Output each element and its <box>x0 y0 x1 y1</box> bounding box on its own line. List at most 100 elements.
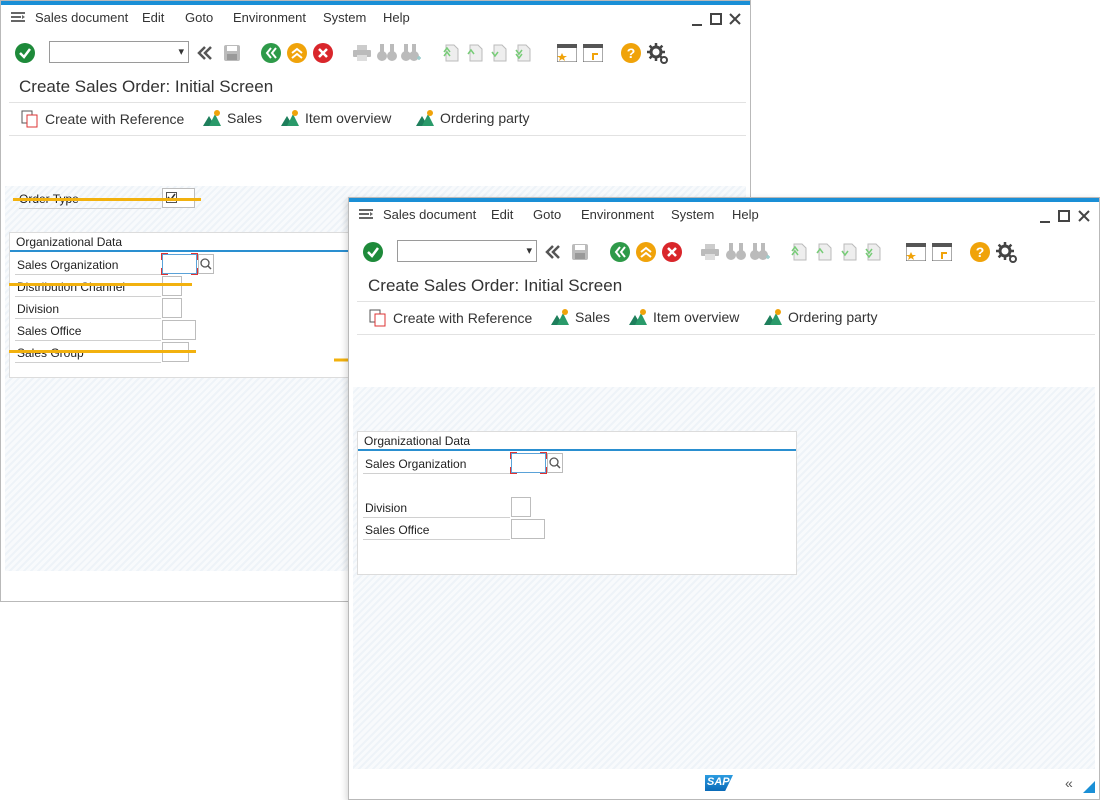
division-row: Division <box>363 497 585 521</box>
close-icon[interactable] <box>729 13 741 25</box>
save-back-chevrons-icon[interactable] <box>197 45 213 61</box>
find-icon[interactable] <box>726 243 746 261</box>
sales-office-row: Sales Office <box>363 519 585 543</box>
distribution-channel-input[interactable] <box>162 276 182 296</box>
menu-goto[interactable]: Goto <box>185 10 213 25</box>
search-help-icon[interactable] <box>547 453 563 473</box>
help-icon[interactable]: ? <box>970 242 990 262</box>
exit-icon[interactable] <box>287 43 307 63</box>
collapse-status-icon[interactable]: « <box>1065 775 1073 791</box>
title-separator <box>357 301 1095 302</box>
division-input[interactable] <box>162 298 182 318</box>
menu-sales-document[interactable]: Sales document <box>383 207 476 222</box>
back-icon[interactable] <box>261 43 281 63</box>
resize-grip-icon[interactable] <box>1083 781 1095 793</box>
sales-org-label: Sales Organization <box>17 258 119 272</box>
generate-shortcut-icon[interactable] <box>583 44 603 62</box>
command-field[interactable]: ▾ <box>49 41 189 63</box>
close-icon[interactable] <box>1078 210 1090 222</box>
chevron-down-icon[interactable]: ▾ <box>178 45 184 58</box>
print-icon[interactable] <box>701 244 719 260</box>
menu-sales-document[interactable]: Sales document <box>35 10 128 25</box>
menu-environment[interactable]: Environment <box>581 207 654 222</box>
sales-org-underline <box>363 473 510 474</box>
sales-org-input[interactable] <box>510 452 547 474</box>
create-with-reference-label: Create with Reference <box>45 111 185 127</box>
copy-document-icon <box>369 309 386 327</box>
first-page-icon[interactable] <box>791 243 807 261</box>
menu-help[interactable]: Help <box>383 10 410 25</box>
sales-office-input[interactable] <box>511 519 545 539</box>
sales-group-row: Sales Group <box>15 342 237 366</box>
ordering-party-label: Ordering party <box>440 110 530 126</box>
menu-icon[interactable] <box>11 12 25 23</box>
help-icon[interactable]: ? <box>621 43 641 63</box>
settings-gear-icon[interactable] <box>996 242 1018 264</box>
print-icon[interactable] <box>353 45 371 61</box>
sales-overview-icon <box>551 309 569 325</box>
chevron-down-icon[interactable]: ▾ <box>526 244 532 257</box>
sales-overview-icon <box>203 110 221 126</box>
create-session-icon[interactable] <box>557 44 577 62</box>
ordering-party-button[interactable]: Ordering party <box>416 110 529 126</box>
ordering-party-label: Ordering party <box>788 309 878 325</box>
create-with-reference-button[interactable]: Create with Reference <box>369 309 532 327</box>
maximize-icon[interactable] <box>1058 210 1070 222</box>
sales-group-underline <box>15 362 161 363</box>
find-icon[interactable] <box>377 44 397 62</box>
menu-help[interactable]: Help <box>732 207 759 222</box>
division-input[interactable] <box>511 497 531 517</box>
maximize-icon[interactable] <box>710 13 722 25</box>
sales-office-input[interactable] <box>162 320 196 340</box>
menu-system[interactable]: System <box>671 207 714 222</box>
find-next-icon[interactable] <box>401 44 421 62</box>
sap-logo-text: SAP <box>707 776 730 788</box>
exit-icon[interactable] <box>636 242 656 262</box>
enter-check-icon[interactable] <box>15 43 35 63</box>
enter-check-icon[interactable] <box>363 242 383 262</box>
item-overview-button[interactable]: Item overview <box>629 309 739 325</box>
menu-icon[interactable] <box>359 209 373 220</box>
search-help-icon[interactable] <box>198 254 214 274</box>
sales-org-row: Sales Organization <box>363 452 585 477</box>
last-page-icon[interactable] <box>515 44 531 62</box>
minimize-icon[interactable] <box>691 15 703 27</box>
previous-page-icon[interactable] <box>816 243 832 261</box>
cancel-icon[interactable] <box>662 242 682 262</box>
item-overview-button[interactable]: Item overview <box>281 110 391 126</box>
generate-shortcut-icon[interactable] <box>932 243 952 261</box>
save-icon[interactable] <box>571 243 589 261</box>
command-field[interactable]: ▾ <box>397 240 537 262</box>
first-page-icon[interactable] <box>443 44 459 62</box>
sales-button[interactable]: Sales <box>203 110 262 126</box>
menu-goto[interactable]: Goto <box>533 207 561 222</box>
item-overview-label: Item overview <box>305 110 392 126</box>
sales-org-input[interactable] <box>161 253 198 275</box>
find-next-icon[interactable] <box>750 243 770 261</box>
menu-edit[interactable]: Edit <box>491 207 513 222</box>
last-page-icon[interactable] <box>865 243 881 261</box>
minimize-icon[interactable] <box>1039 212 1051 224</box>
menu-edit[interactable]: Edit <box>142 10 164 25</box>
cancel-icon[interactable] <box>313 43 333 63</box>
focus-corner-br <box>191 268 198 275</box>
sales-office-label: Sales Office <box>365 523 430 537</box>
org-data-title-line <box>10 250 350 252</box>
save-icon[interactable] <box>223 44 241 62</box>
create-with-reference-button[interactable]: Create with Reference <box>21 110 184 128</box>
previous-page-icon[interactable] <box>467 44 483 62</box>
save-back-chevrons-icon[interactable] <box>545 244 561 260</box>
sales-button[interactable]: Sales <box>551 309 610 325</box>
next-page-icon[interactable] <box>841 243 857 261</box>
menu-system[interactable]: System <box>323 10 366 25</box>
back-icon[interactable] <box>610 242 630 262</box>
system-toolbar: ▾ ? <box>1 33 750 73</box>
settings-gear-icon[interactable] <box>647 43 669 65</box>
next-page-icon[interactable] <box>491 44 507 62</box>
focus-corner-br <box>540 467 547 474</box>
focus-corner-bl <box>510 467 517 474</box>
sap-logo: SAP <box>705 775 733 791</box>
ordering-party-button[interactable]: Ordering party <box>764 309 877 325</box>
create-session-icon[interactable] <box>906 243 926 261</box>
menu-environment[interactable]: Environment <box>233 10 306 25</box>
